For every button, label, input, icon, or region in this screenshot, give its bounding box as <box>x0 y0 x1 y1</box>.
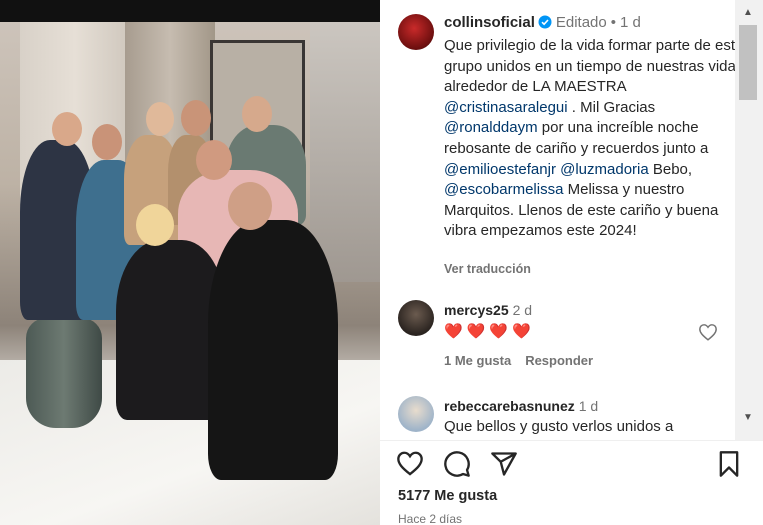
comment-header: rebeccarebasnunez 1 d <box>444 398 598 416</box>
comment-username[interactable]: mercys25 <box>444 302 509 318</box>
photo-person-head <box>92 124 122 160</box>
comment-header: mercys25 2 d <box>444 302 532 320</box>
verified-badge-icon <box>538 15 552 33</box>
post-photo[interactable] <box>0 0 380 525</box>
author-avatar[interactable] <box>398 14 434 50</box>
caption-part: Que privilegio de la vida formar parte d… <box>444 37 744 96</box>
photo-person-head <box>52 112 82 146</box>
actions-divider <box>380 440 763 441</box>
caption-text: Que privilegio de la vida formar parte d… <box>444 36 744 242</box>
photo-person-head <box>181 100 211 136</box>
mention-link[interactable]: @emilioestefanjr <box>444 161 556 178</box>
comment-text: ❤️❤️❤️❤️ <box>444 323 535 340</box>
heart-icon[interactable] <box>396 450 424 481</box>
caption-part: Bebo, <box>648 160 693 178</box>
comment-avatar[interactable] <box>398 300 434 336</box>
photo-wall <box>310 22 380 282</box>
mention-link[interactable]: @cristinasaralegui <box>444 99 568 116</box>
comment-time[interactable]: 1 d <box>579 398 598 414</box>
photo-person-head <box>136 204 174 246</box>
likes-count[interactable]: 5177 Me gusta <box>398 488 497 504</box>
edited-label: Editado <box>555 14 607 31</box>
post-panel: collinsoficial Editado • 1 d Que privilegio… <box>380 0 763 525</box>
photo-vase <box>26 318 102 428</box>
comment-avatar[interactable] <box>398 396 434 432</box>
mention-link[interactable]: @escobarmelissa <box>444 181 563 198</box>
scroll-up-arrow-icon[interactable]: ▲ <box>740 5 756 21</box>
translate-button[interactable]: Ver traducción <box>444 262 531 276</box>
author-username[interactable]: collinsoficial <box>444 14 535 31</box>
mention-link[interactable]: @ronalddaym <box>444 119 538 136</box>
comment-time[interactable]: 2 d <box>513 302 532 318</box>
photo-top-bar <box>0 0 380 22</box>
comments-scroll-area[interactable]: collinsoficial Editado • 1 d Que privilegio… <box>380 0 763 440</box>
photo-person-head <box>228 182 272 230</box>
mention-link[interactable]: @luzmadoria <box>560 161 649 178</box>
share-icon[interactable] <box>490 450 518 483</box>
scroll-down-arrow-icon[interactable]: ▼ <box>740 410 756 426</box>
comment-likes-count[interactable]: 1 Me gusta <box>444 353 511 368</box>
scrollbar-thumb[interactable] <box>739 25 757 100</box>
photo-person <box>208 220 338 480</box>
comment-actions: 1 Me gusta Responder <box>444 353 607 368</box>
meta-separator: • <box>610 14 616 31</box>
scrollbar[interactable]: ▲ ▼ <box>735 0 763 440</box>
comment-icon[interactable] <box>443 450 471 483</box>
photo-person-head <box>242 96 272 132</box>
comment-text: Que bellos y gusto verlos unidos a <box>444 418 674 435</box>
photo-person-head <box>146 102 174 136</box>
caption-part: . Mil Gracias <box>567 98 656 116</box>
post-date[interactable]: Hace 2 días <box>398 512 462 525</box>
comment-like-heart-icon[interactable] <box>698 323 718 346</box>
post-time[interactable]: 1 d <box>620 14 641 31</box>
bookmark-icon[interactable] <box>716 450 742 483</box>
post-action-bar <box>396 450 746 480</box>
photo-person-head <box>196 140 232 180</box>
reply-button[interactable]: Responder <box>525 353 593 368</box>
comment-username[interactable]: rebeccarebasnunez <box>444 398 575 414</box>
caption-header: collinsoficial Editado • 1 d <box>444 14 641 33</box>
